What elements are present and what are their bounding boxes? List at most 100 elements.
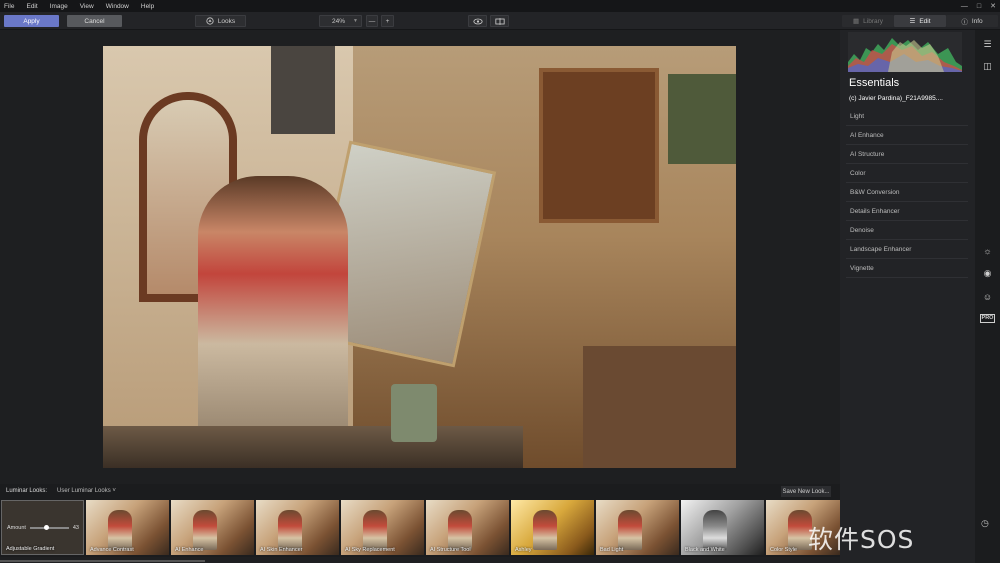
look-label: Advance Contrast (90, 547, 134, 553)
tool-rail: ☰ ◫ ☼ ◉ ☺ PRO (975, 30, 1000, 563)
window-controls: — □ ✕ (961, 0, 996, 12)
save-new-look-button[interactable]: Save New Look... (781, 486, 831, 497)
looks-scrollbar[interactable] (0, 560, 205, 562)
thumb-figure (448, 510, 472, 550)
photo-cabinet (583, 346, 736, 468)
tool-bw-conversion[interactable]: B&W Conversion (846, 183, 968, 202)
looks-icon (206, 17, 214, 25)
looks-collection-dropdown[interactable]: User Luminar Looks ˅ (57, 488, 116, 494)
tool-vignette[interactable]: Vignette (846, 259, 968, 278)
look-label: AI Enhance (175, 547, 204, 553)
look-thumb[interactable]: Bad Light (596, 500, 679, 555)
thumb-figure (533, 510, 557, 550)
tab-info-label: Info (971, 17, 983, 25)
look-thumb[interactable]: Ashley (511, 500, 594, 555)
look-thumb[interactable]: Amount 43 Adjustable Gradient (1, 500, 84, 555)
face-icon[interactable]: ☺ (981, 290, 994, 303)
look-thumb[interactable]: Advance Contrast (86, 500, 169, 555)
close-icon[interactable]: ✕ (990, 2, 996, 10)
look-thumb[interactable]: AI Structure Tool (426, 500, 509, 555)
look-label: Adjustable Gradient (6, 546, 55, 552)
panel-title: Essentials (849, 77, 900, 89)
zoom-value: 24% (332, 17, 346, 25)
thumb-figure (278, 510, 302, 550)
look-label: AI Skin Enhancer (260, 547, 303, 553)
look-label: Color Style (770, 547, 797, 553)
menu-image[interactable]: Image (50, 3, 68, 10)
toolbar: Apply Cancel Looks 24% ▼ — + ▦ Library ☰… (0, 12, 1000, 30)
pro-label: PRO (979, 314, 996, 323)
menu-help[interactable]: Help (141, 3, 154, 10)
amount-knob[interactable] (44, 525, 50, 530)
looks-header: Luminar Looks: User Luminar Looks ˅ (0, 484, 840, 498)
eye-icon (472, 18, 483, 24)
photo-preview[interactable] (103, 46, 736, 468)
zoom-dropdown[interactable]: 24% ▼ (319, 15, 362, 27)
tool-landscape-enhancer[interactable]: Landscape Enhancer (846, 240, 968, 259)
looks-button[interactable]: Looks (195, 15, 246, 27)
sun-icon[interactable]: ☼ (981, 244, 994, 257)
tool-list: Light AI Enhance AI Structure Color B&W … (846, 107, 968, 278)
photo-subject (198, 176, 348, 456)
menu-view[interactable]: View (80, 3, 94, 10)
tool-color[interactable]: Color (846, 164, 968, 183)
looks-strip: Amount 43 Adjustable Gradient Advance Co… (0, 498, 840, 557)
amount-label: Amount (7, 525, 26, 531)
thumb-figure (108, 510, 132, 550)
layers-icon[interactable]: ☰ (981, 38, 994, 51)
edit-panel: Essentials (c) Javier Pardina)_F21A9985.… (840, 30, 975, 563)
photo-shelf (539, 68, 659, 223)
look-thumb[interactable]: Black and White (681, 500, 764, 555)
looks-strip-label: Luminar Looks: (6, 488, 48, 494)
amount-value: 43 (72, 525, 79, 531)
canvas-icon[interactable]: ◫ (981, 60, 994, 73)
histogram (848, 32, 962, 72)
info-icon: ⓘ (961, 19, 968, 26)
look-label: Bad Light (600, 547, 624, 553)
look-label: Black and White (685, 547, 725, 553)
compare-button[interactable] (490, 15, 509, 27)
cancel-button[interactable]: Cancel (67, 15, 122, 27)
apply-button[interactable]: Apply (4, 15, 59, 27)
tab-edit[interactable]: ☰ Edit (894, 15, 946, 27)
tab-edit-label: Edit (919, 17, 931, 25)
palette-icon[interactable]: ◉ (981, 267, 994, 280)
tab-library[interactable]: ▦ Library (842, 15, 894, 27)
sliders-icon: ☰ (909, 18, 916, 25)
look-label: Ashley (515, 547, 532, 553)
library-icon: ▦ (852, 18, 860, 25)
menu-window[interactable]: Window (106, 3, 129, 10)
look-thumb[interactable]: AI Enhance (171, 500, 254, 555)
preview-toggle-button[interactable] (468, 15, 487, 27)
looks-label: Looks (217, 17, 236, 25)
menu-file[interactable]: File (4, 3, 14, 10)
minimize-icon[interactable]: — (961, 3, 968, 10)
photo-shelf-right (668, 74, 736, 164)
look-thumb[interactable]: AI Sky Replacement (341, 500, 424, 555)
amount-slider[interactable]: Amount 43 (7, 525, 79, 531)
tool-ai-enhance[interactable]: AI Enhance (846, 126, 968, 145)
maximize-icon[interactable]: □ (977, 3, 981, 10)
tool-denoise[interactable]: Denoise (846, 221, 968, 240)
photo-brush-cup (391, 384, 437, 442)
zoom-in-button[interactable]: + (381, 15, 394, 27)
thumb-figure (193, 510, 217, 550)
look-label: AI Structure Tool (430, 547, 471, 553)
amount-track[interactable] (29, 525, 69, 530)
tool-details-enhancer[interactable]: Details Enhancer (846, 202, 968, 221)
look-thumb[interactable]: AI Skin Enhancer (256, 500, 339, 555)
zoom-out-button[interactable]: — (366, 15, 378, 27)
tool-ai-structure[interactable]: AI Structure (846, 145, 968, 164)
image-canvas[interactable] (0, 30, 840, 484)
watermark-logo: 软件SOS (808, 525, 915, 554)
photo-poster (271, 46, 335, 134)
tab-info[interactable]: ⓘ Info (946, 15, 998, 27)
tool-light[interactable]: Light (846, 107, 968, 126)
menu-edit[interactable]: Edit (26, 3, 37, 10)
thumb-figure (363, 510, 387, 550)
looks-collection-label: User Luminar Looks (57, 488, 111, 494)
thumb-figure (618, 510, 642, 550)
history-icon[interactable]: ◷ (981, 518, 989, 529)
photo-table (103, 426, 523, 468)
pro-icon[interactable]: PRO (979, 312, 996, 325)
